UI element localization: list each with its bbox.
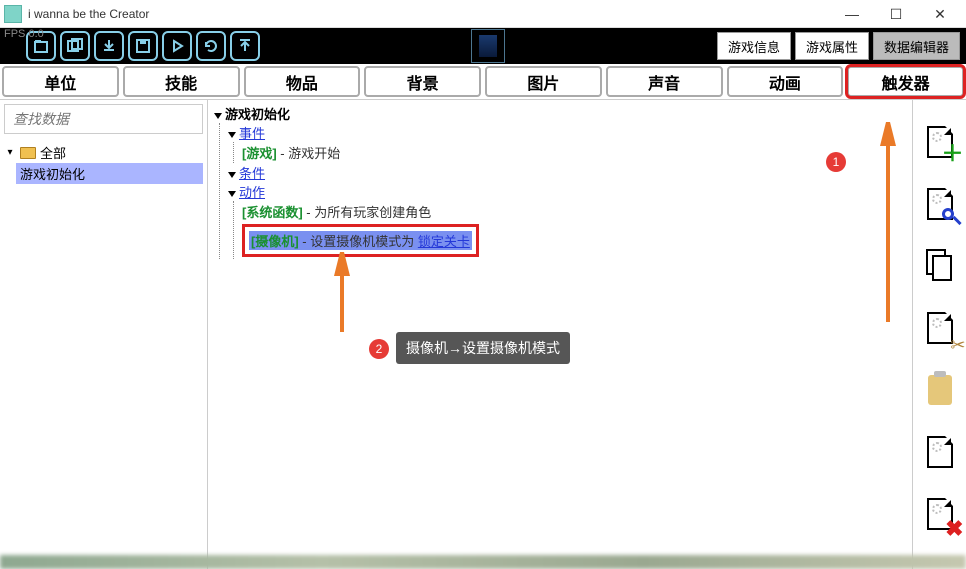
event-row[interactable]: [游戏] - 游戏开始 bbox=[242, 142, 906, 163]
window-title: i wanna be the Creator bbox=[28, 7, 830, 21]
data-editor-button[interactable]: 数据编辑器 bbox=[873, 32, 960, 60]
trigger-root[interactable]: 游戏初始化 bbox=[214, 104, 906, 123]
triangle-down-icon bbox=[228, 132, 236, 138]
tool-play-icon[interactable] bbox=[162, 31, 192, 61]
callout-badge-2: 2 bbox=[369, 339, 389, 359]
x-icon: ✖ bbox=[945, 516, 963, 542]
clipboard-icon bbox=[928, 375, 952, 405]
tool-download-icon[interactable] bbox=[94, 31, 124, 61]
tool-refresh-icon[interactable] bbox=[196, 31, 226, 61]
triangle-down-icon bbox=[228, 172, 236, 178]
tab-sounds[interactable]: 声音 bbox=[606, 66, 723, 97]
center-preview-icon[interactable] bbox=[471, 29, 505, 63]
magnify-icon bbox=[942, 208, 964, 230]
fps-label: FPS 0.0 bbox=[4, 28, 44, 40]
action-highlight-box: [摄像机] - 设置摄像机模式为 锁定关卡 bbox=[242, 224, 479, 257]
arrow-annotation-2 bbox=[332, 252, 352, 332]
tab-skills[interactable]: 技能 bbox=[123, 66, 240, 97]
scissors-icon: ✂ bbox=[950, 335, 965, 356]
side-settings-button[interactable] bbox=[922, 430, 958, 474]
maximize-button[interactable]: ☐ bbox=[874, 1, 918, 27]
tab-units[interactable]: 单位 bbox=[2, 66, 119, 97]
side-paste-button[interactable] bbox=[922, 368, 958, 412]
action-row-1[interactable]: [系统函数] - 为所有玩家创建角色 bbox=[242, 201, 906, 222]
folder-root[interactable]: ▾ 全部 bbox=[4, 142, 203, 163]
triangle-down-icon bbox=[214, 113, 222, 119]
actions-node[interactable]: 动作 bbox=[228, 182, 906, 201]
tool-save-icon[interactable] bbox=[128, 31, 158, 61]
plus-icon: ＋ bbox=[941, 136, 963, 168]
side-cut-button[interactable]: ✂ bbox=[922, 306, 958, 350]
side-copy-button[interactable] bbox=[922, 244, 958, 288]
callout-badge-1: 1 bbox=[826, 152, 846, 172]
game-attrs-button[interactable]: 游戏属性 bbox=[795, 32, 869, 60]
game-info-button[interactable]: 游戏信息 bbox=[717, 32, 791, 60]
action-row-2[interactable]: [摄像机] - 设置摄像机模式为 锁定关卡 bbox=[249, 231, 472, 250]
tab-triggers[interactable]: 触发器 bbox=[847, 66, 964, 97]
search-input[interactable] bbox=[4, 104, 203, 134]
folder-toggle-icon[interactable]: ▾ bbox=[4, 147, 16, 158]
conditions-node[interactable]: 条件 bbox=[228, 163, 906, 182]
side-find-button[interactable] bbox=[922, 182, 958, 226]
minimize-button[interactable]: — bbox=[830, 1, 874, 27]
callout-text-2: 摄像机→设置摄像机模式 bbox=[396, 332, 570, 364]
triangle-down-icon bbox=[228, 191, 236, 197]
tab-items[interactable]: 物品 bbox=[244, 66, 361, 97]
tool-layers-icon[interactable] bbox=[60, 31, 90, 61]
arrow-annotation-1 bbox=[878, 122, 898, 322]
close-button[interactable]: ✕ bbox=[918, 1, 962, 27]
folder-root-label: 全部 bbox=[40, 143, 66, 162]
side-add-button[interactable]: ＋ bbox=[922, 120, 958, 164]
copy-icon bbox=[926, 249, 954, 283]
app-icon bbox=[4, 5, 22, 23]
events-node[interactable]: 事件 bbox=[228, 123, 906, 142]
tab-animations[interactable]: 动画 bbox=[727, 66, 844, 97]
folder-item-init[interactable]: 游戏初始化 bbox=[16, 163, 203, 184]
tool-upload-icon[interactable] bbox=[230, 31, 260, 61]
tab-background[interactable]: 背景 bbox=[364, 66, 481, 97]
side-delete-button[interactable]: ✖ bbox=[922, 492, 958, 536]
folder-icon bbox=[20, 147, 36, 159]
tab-images[interactable]: 图片 bbox=[485, 66, 602, 97]
footer-blur bbox=[0, 555, 966, 569]
